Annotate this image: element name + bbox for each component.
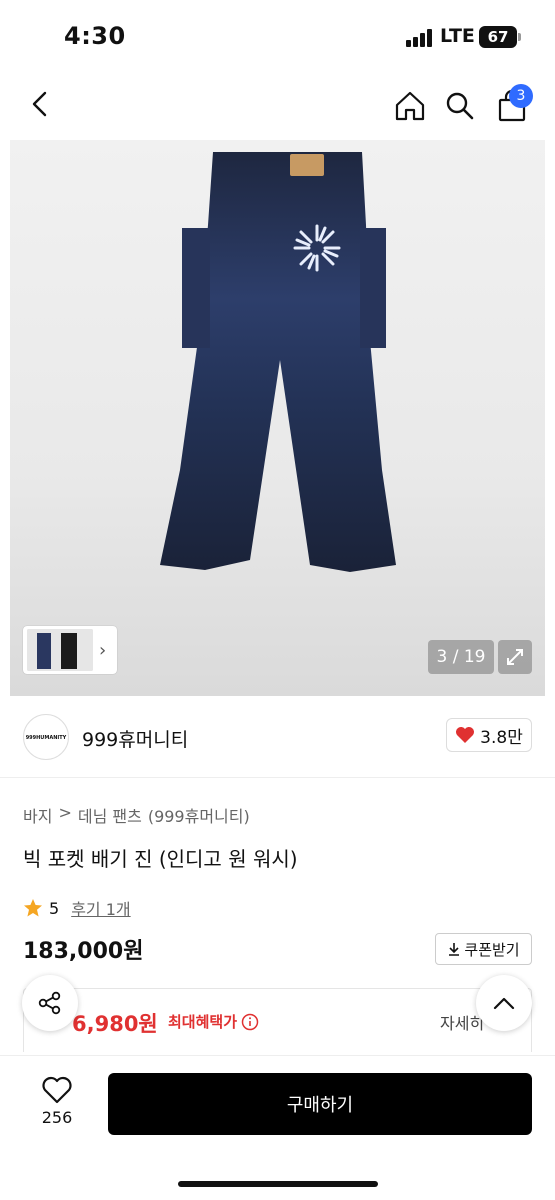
chevron-up-icon (493, 997, 515, 1010)
rating-row: 5 후기 1개 (23, 896, 131, 920)
expand-icon (507, 649, 523, 665)
cart-count-badge: 3 (509, 84, 533, 108)
battery-icon: 67 (479, 26, 517, 48)
heart-filled-icon (456, 727, 475, 743)
max-benefit-label: 최대혜택가 (168, 1011, 259, 1032)
breadcrumb-category[interactable]: 바지 (23, 803, 52, 827)
product-image[interactable] (10, 140, 545, 696)
thumbnail-strip[interactable]: › (23, 626, 117, 674)
product-price: 183,000원 (23, 939, 144, 964)
wishlist-button[interactable]: 256 (22, 1076, 92, 1156)
download-icon (449, 943, 460, 956)
back-button[interactable] (18, 82, 62, 126)
seller-row[interactable]: 999HUMANITY 999휴머니티 3.8만 (0, 696, 555, 778)
breadcrumb-brand[interactable]: (999휴머니티) (148, 803, 250, 827)
network-type: LTE (440, 25, 475, 47)
breadcrumb: 바지 > 데님 팬츠 (999휴머니티) (23, 803, 250, 827)
battery-cap (518, 33, 521, 41)
cellular-signal-icon (406, 29, 434, 47)
review-link[interactable]: 후기 1개 (71, 896, 130, 920)
thumbnail-image[interactable] (27, 629, 93, 671)
breadcrumb-subcategory[interactable]: 데님 팬츠 (78, 803, 142, 827)
coupon-button[interactable]: 쿠폰받기 (435, 933, 532, 965)
scroll-top-button[interactable] (476, 975, 532, 1031)
bottom-action-bar: 256 구매하기 (0, 1055, 555, 1200)
like-button[interactable]: 3.8만 (446, 718, 532, 752)
home-button[interactable] (388, 84, 432, 128)
navigation-bar (0, 74, 555, 140)
product-title: 빅 포켓 배기 진 (인디고 원 워시) (23, 847, 298, 871)
buy-button[interactable]: 구매하기 (108, 1073, 532, 1135)
chevron-right-icon: › (99, 639, 107, 661)
expand-image-button[interactable] (498, 640, 532, 674)
search-button[interactable] (438, 84, 482, 128)
share-button[interactable] (22, 975, 78, 1031)
heart-outline-icon (42, 1076, 72, 1104)
share-icon (38, 991, 61, 1015)
coupon-label: 쿠폰받기 (464, 940, 520, 959)
seller-logo[interactable]: 999HUMANITY (23, 714, 69, 760)
star-icon (24, 899, 42, 917)
max-benefit-price: 6,980원 (72, 1012, 158, 1036)
info-icon[interactable] (241, 1013, 259, 1031)
max-benefit-box[interactable]: 6,980원 최대혜택가 자세히 (23, 988, 532, 1052)
image-page-counter: 3 / 19 (428, 640, 494, 674)
rating-value: 5 (49, 898, 60, 918)
chevron-left-icon (32, 91, 47, 117)
jeans-illustration (160, 152, 396, 572)
home-indicator (178, 1181, 378, 1187)
search-icon (446, 92, 474, 120)
status-time: 4:30 (64, 22, 126, 50)
wishlist-count: 256 (41, 1108, 73, 1127)
seller-name[interactable]: 999휴머니티 (82, 725, 188, 752)
home-icon (395, 91, 425, 121)
like-count: 3.8만 (480, 727, 523, 748)
breadcrumb-separator: > (58, 803, 72, 822)
status-bar: 4:30 LTE 67 (0, 0, 555, 74)
